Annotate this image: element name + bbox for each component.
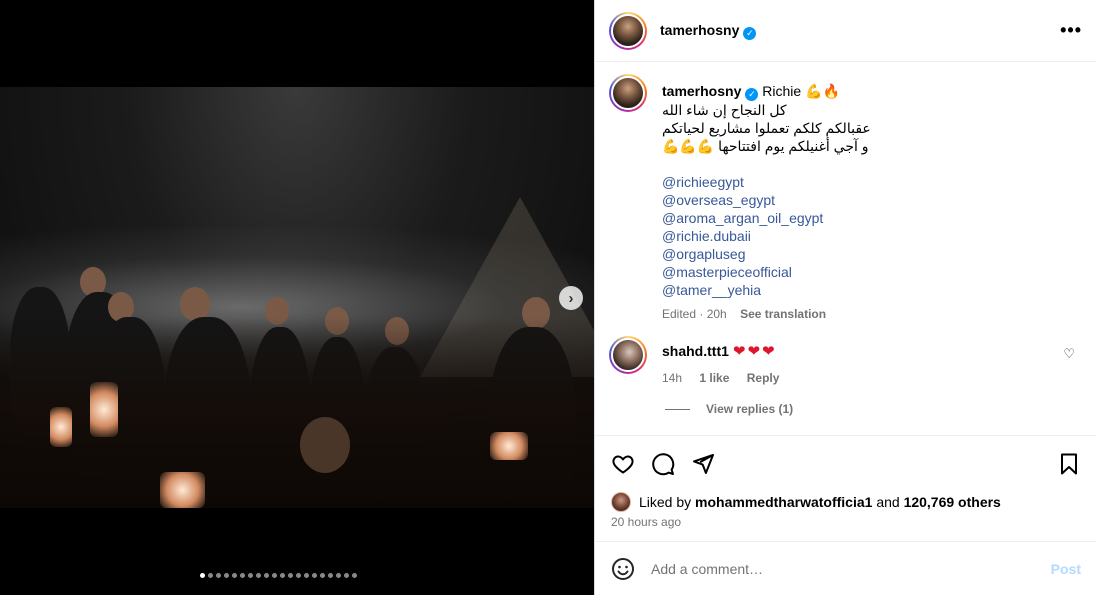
phone-light [490, 432, 528, 460]
carousel-dot [344, 573, 349, 578]
liked-others[interactable]: 120,769 others [904, 494, 1001, 510]
performer-head [180, 287, 210, 321]
caption-line: عقبالكم كلكم تعملوا مشاريع لحياتكم [662, 120, 871, 136]
post-header: tamerhosny ✓ ••• [595, 0, 1096, 62]
liked-by-user[interactable]: mohammedtharwatofficia1 [695, 494, 872, 510]
post-viewer: › tamerhosny ✓ ••• tamerhosny ✓ Richie 💪🔥 … [0, 0, 1096, 595]
replies-divider [665, 408, 690, 410]
comment-body: shahd.ttt1 ❤❤❤ 14h 1 like Reply [662, 342, 1042, 387]
avatar-image [611, 76, 645, 110]
carousel-dot [288, 573, 293, 578]
carousel-dot [312, 573, 317, 578]
carousel-dot [248, 573, 253, 578]
carousel-dot [336, 573, 341, 578]
caption-body: tamerhosny ✓ Richie 💪🔥 كل النجاح إن شاء ا… [662, 82, 1082, 323]
post-photo[interactable] [0, 87, 594, 508]
phone-light [160, 472, 205, 508]
avatar-image [611, 338, 645, 372]
author-username[interactable]: tamerhosny ✓ [660, 21, 757, 40]
caption-first-line: Richie 💪🔥 [762, 83, 840, 99]
heart-icon[interactable] [611, 452, 635, 476]
carousel-dot [272, 573, 277, 578]
avatar-image [611, 13, 645, 48]
like-comment-heart-icon[interactable]: ♡ [1063, 346, 1075, 362]
liked-by-prefix: Liked by [639, 494, 692, 510]
mention-link[interactable]: @orgapluseg [662, 245, 1082, 263]
verified-badge-icon: ✓ [743, 26, 757, 40]
mention-link[interactable]: @overseas_egypt [662, 191, 1082, 209]
mention-link[interactable]: @aroma_argan_oil_egypt [662, 209, 1082, 227]
mention-link[interactable]: @masterpieceofficial [662, 263, 1082, 281]
add-comment-bar: Post [595, 541, 1096, 595]
bookmark-icon[interactable] [1057, 452, 1081, 476]
carousel-indicator [200, 573, 357, 578]
carousel-dot [280, 573, 285, 578]
chevron-right-icon: › [568, 289, 574, 307]
username-text: tamerhosny [660, 21, 740, 38]
carousel-dot [216, 573, 221, 578]
carousel-dot [256, 573, 261, 578]
post-actions: Liked by mohammedtharwatofficia1 and 120… [595, 435, 1096, 541]
comment-time: 14h [662, 371, 683, 385]
liked-by-and: and [876, 494, 900, 510]
carousel-dot [320, 573, 325, 578]
post-time[interactable]: 20 hours ago [611, 515, 681, 529]
likes-summary: Liked by mohammedtharwatofficia1 and 120… [611, 492, 1001, 512]
mention-link[interactable]: @richieegypt [662, 173, 1082, 191]
comment-item: shahd.ttt1 ❤❤❤ 14h 1 like Reply ♡ [609, 336, 1079, 385]
action-icons [611, 452, 715, 476]
carousel-dot [208, 573, 213, 578]
audience-head [300, 417, 350, 473]
share-icon[interactable] [691, 452, 715, 476]
commenter-username[interactable]: shahd.ttt1 [662, 343, 729, 359]
comment-icon[interactable] [651, 452, 675, 476]
carousel-dot [328, 573, 333, 578]
carousel-dot [304, 573, 309, 578]
more-options-icon[interactable]: ••• [1060, 20, 1082, 41]
author-avatar[interactable] [609, 11, 647, 50]
phone-light [50, 407, 72, 447]
liker-avatar[interactable] [611, 492, 631, 512]
comment-likes[interactable]: 1 like [699, 371, 729, 385]
mention-link[interactable]: @tamer__yehia [662, 281, 1082, 299]
carousel-dot [224, 573, 229, 578]
caption-line: و آجي أغنيلكم يوم افتتاحها 💪💪💪 [662, 138, 869, 154]
carousel-dot [240, 573, 245, 578]
carousel-dot [296, 573, 301, 578]
caption-avatar[interactable] [609, 74, 647, 112]
next-slide-button[interactable]: › [559, 286, 583, 310]
post-media: › [0, 0, 594, 595]
verified-badge-icon: ✓ [745, 88, 759, 101]
carousel-dot [264, 573, 269, 578]
post-details-panel: tamerhosny ✓ ••• tamerhosny ✓ Richie 💪🔥 كل… [594, 0, 1096, 595]
edited-time: Edited · 20h [662, 307, 727, 321]
carousel-dot [200, 573, 205, 578]
view-replies-label: View replies (1) [706, 402, 794, 416]
post-comment-button[interactable]: Post [1051, 561, 1081, 577]
commenter-avatar[interactable] [609, 336, 647, 374]
comment-meta: 14h 1 like Reply [662, 369, 1042, 387]
caption-username[interactable]: tamerhosny [662, 83, 741, 99]
reply-button[interactable]: Reply [747, 371, 780, 385]
add-comment-input[interactable] [651, 560, 1021, 577]
phone-light [90, 382, 118, 437]
comment-text: ❤❤❤ [732, 343, 777, 360]
mention-link[interactable]: @richie.dubaii [662, 227, 1082, 245]
comments-section: tamerhosny ✓ Richie 💪🔥 كل النجاح إن شاء ا… [595, 62, 1096, 435]
see-translation-link[interactable]: See translation [740, 307, 826, 321]
caption-meta: Edited · 20h See translation [662, 305, 1082, 323]
emoji-icon[interactable] [611, 557, 635, 581]
view-replies-button[interactable]: View replies (1) [665, 402, 793, 416]
caption-line: كل النجاح إن شاء الله [662, 102, 787, 118]
carousel-dot [352, 573, 357, 578]
carousel-dot [232, 573, 237, 578]
